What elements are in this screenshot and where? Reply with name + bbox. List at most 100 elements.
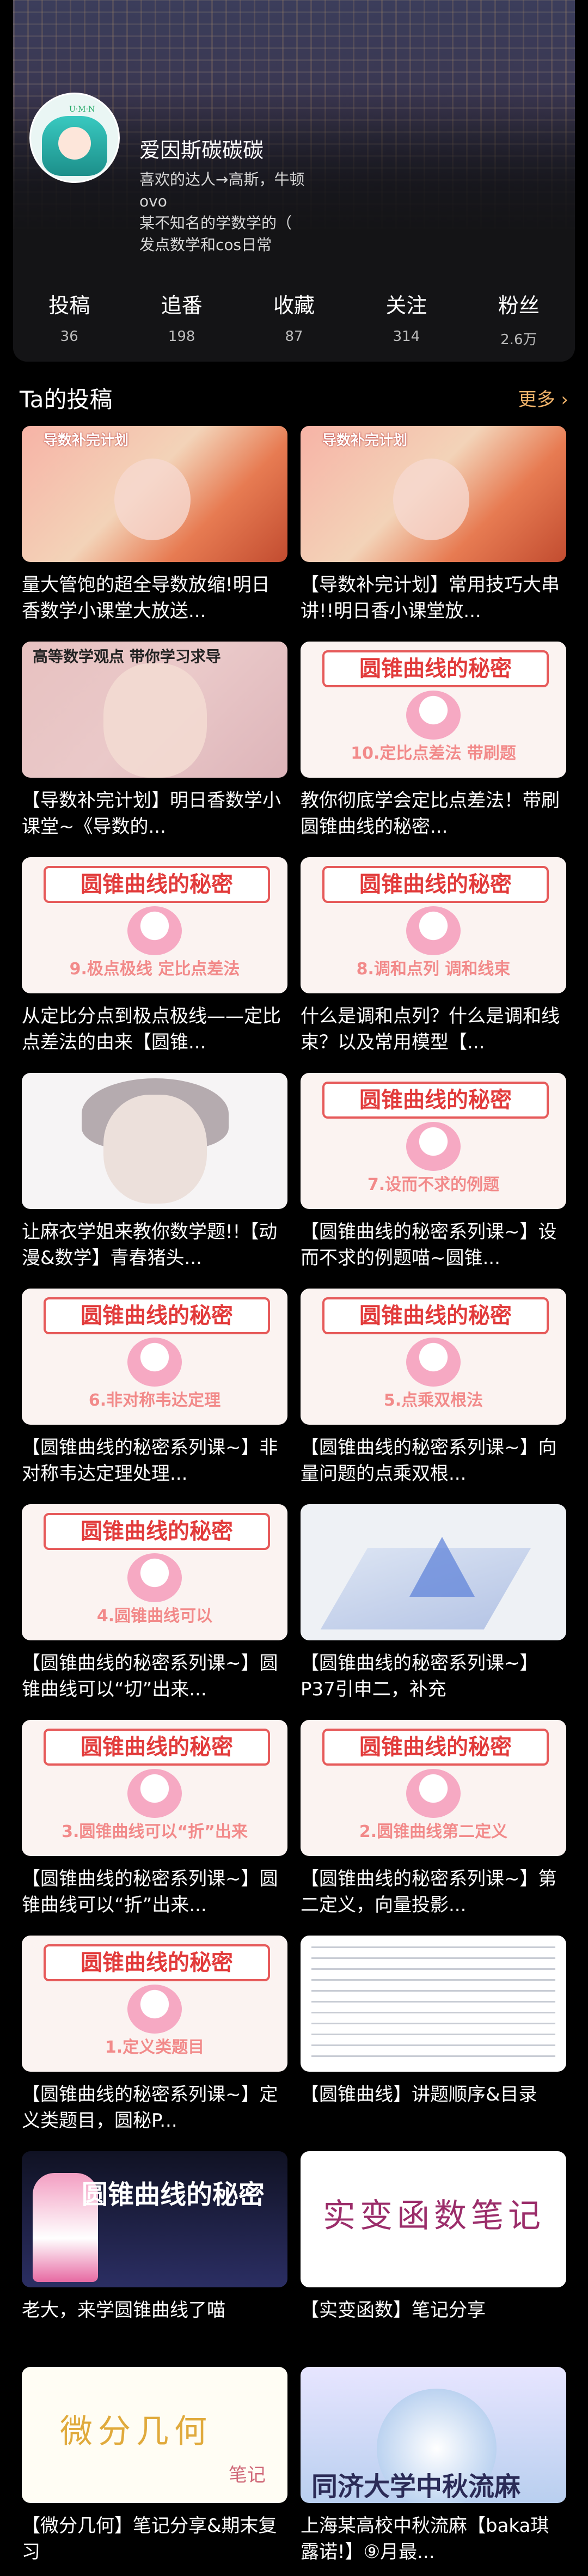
mascot-image — [127, 1769, 182, 1818]
thumbnail-banner: 圆锥曲线的秘密 — [82, 2180, 265, 2210]
post-card[interactable]: 圆锥曲线的秘密老大，来学圆锥曲线了喵 — [22, 2151, 287, 2349]
more-link[interactable]: 更多 › — [518, 384, 568, 411]
bio-line: 发点数学和cos日常 — [139, 236, 272, 254]
thumbnail-banner: 圆锥曲线的秘密 — [44, 1513, 270, 1550]
post-title[interactable]: 【导数补完计划】明日香数学小课堂~《导数的... — [22, 788, 287, 840]
post-card[interactable]: 【圆锥曲线的秘密系列课~】P37引申二，补充 — [301, 1504, 566, 1702]
post-card[interactable]: 微分几何 笔记【微分几何】笔记分享&期末复习 — [22, 2367, 287, 2565]
post-thumbnail[interactable] — [301, 1936, 566, 2072]
post-card[interactable]: 圆锥曲线的秘密 7.设而不求的例题【圆锥曲线的秘密系列课~】设而不求的例题喵~圆锥… — [301, 1073, 566, 1271]
post-title[interactable]: 【圆锥曲线的秘密系列课~】圆锥曲线可以“切”出来... — [22, 1650, 287, 1702]
thumbnail-subtitle: 5.点乘双根法 — [383, 1391, 483, 1410]
mascot-image — [127, 1553, 182, 1602]
mascot-image — [127, 906, 182, 955]
post-title[interactable]: 【微分几何】笔记分享&期末复习 — [22, 2513, 287, 2565]
avatar[interactable]: U·M·N — [29, 93, 120, 183]
post-thumbnail[interactable]: 圆锥曲线的秘密 9.极点极线 定比点差法 — [22, 857, 287, 993]
post-title[interactable]: 【圆锥曲线的秘密系列课~】设而不求的例题喵~圆锥... — [301, 1219, 566, 1271]
post-card[interactable]: 圆锥曲线的秘密 10.定比点差法 带刷题教你彻底学会定比点差法！带刷圆锥曲线的秘密… — [301, 642, 566, 840]
thumbnail-text: 导数补完计划 — [44, 432, 129, 449]
post-thumbnail[interactable]: 高等数学观点 带你学习求导 — [22, 642, 287, 778]
post-card[interactable]: 圆锥曲线的秘密 8.调和点列 调和线束什么是调和点列？什么是调和线束？以及常用模型… — [301, 857, 566, 1055]
stat-uploads[interactable]: 投稿 36 — [13, 289, 125, 349]
post-card[interactable]: 圆锥曲线的秘密 4.圆锥曲线可以【圆锥曲线的秘密系列课~】圆锥曲线可以“切”出来.… — [22, 1504, 287, 1702]
thumbnail-banner: 圆锥曲线的秘密 — [44, 1729, 270, 1766]
mascot-image — [406, 1769, 461, 1818]
post-title[interactable]: 从定比分点到极点极线——定比点差法的由来【圆锥... — [22, 1003, 287, 1055]
post-title[interactable]: 【圆锥曲线】讲题顺序&目录 — [301, 2081, 566, 2134]
post-thumbnail[interactable]: 圆锥曲线的秘密 4.圆锥曲线可以 — [22, 1504, 287, 1640]
mascot-image — [406, 1338, 461, 1387]
post-thumbnail[interactable]: 圆锥曲线的秘密 7.设而不求的例题 — [301, 1073, 566, 1209]
post-thumbnail[interactable] — [22, 1073, 287, 1209]
profile-header: U·M·N 爱因斯碳碳碳 喜欢的达人→高斯，牛顿 ovo 某不知名的学数学的（ … — [13, 0, 575, 362]
post-title[interactable]: 【导数补完计划】常用技巧大串讲!!明日香小课堂放... — [301, 572, 566, 624]
post-card[interactable]: 圆锥曲线的秘密 1.定义类题目【圆锥曲线的秘密系列课~】定义类题目，圆秘P... — [22, 1936, 287, 2134]
stat-followers[interactable]: 粉丝 2.6万 — [463, 289, 575, 349]
post-card[interactable]: 让麻衣学姐来教你数学题!!【动漫&数学】青春猪头... — [22, 1073, 287, 1271]
post-thumbnail[interactable]: 圆锥曲线的秘密 5.点乘双根法 — [301, 1289, 566, 1425]
geometry-shape — [409, 1537, 475, 1597]
post-card[interactable]: 高等数学观点 带你学习求导【导数补完计划】明日香数学小课堂~《导数的... — [22, 642, 287, 840]
thumbnail-text: 导数补完计划 — [322, 432, 408, 449]
thumbnail-banner: 圆锥曲线的秘密 — [322, 1082, 549, 1119]
avatar-tag: U·M·N — [69, 105, 95, 114]
stat-favorites[interactable]: 收藏 87 — [238, 289, 350, 349]
post-card[interactable]: 圆锥曲线的秘密 2.圆锥曲线第二定义【圆锥曲线的秘密系列课~】第二定义，向量投影.… — [301, 1720, 566, 1918]
post-thumbnail[interactable]: 圆锥曲线的秘密 6.非对称韦达定理 — [22, 1289, 287, 1425]
post-thumbnail[interactable]: 微分几何 笔记 — [22, 2367, 287, 2503]
thumbnail-banner: 圆锥曲线的秘密 — [322, 650, 549, 687]
post-thumbnail[interactable]: 导数补完计划 — [22, 426, 287, 562]
profile-bio: 喜欢的达人→高斯，牛顿 ovo 某不知名的学数学的（ 发点数学和cos日常 — [139, 169, 304, 256]
post-card[interactable]: 【圆锥曲线】讲题顺序&目录 — [301, 1936, 566, 2134]
post-card[interactable]: 圆锥曲线的秘密 6.非对称韦达定理【圆锥曲线的秘密系列课~】非对称韦达定理处理..… — [22, 1289, 287, 1487]
thumbnail-subtitle: 10.定比点差法 带刷题 — [351, 744, 516, 763]
thumbnail-subtitle: 1.定义类题目 — [105, 2038, 205, 2057]
thumbnail-text: 同济大学中秋流麻 — [311, 2471, 521, 2502]
thumbnail-subtitle: 3.圆锥曲线可以“折”出来 — [62, 1822, 248, 1841]
thumbnail-figure — [114, 459, 191, 540]
post-thumbnail[interactable]: 圆锥曲线的秘密 — [22, 2151, 287, 2287]
thumbnail-subtitle: 2.圆锥曲线第二定义 — [359, 1822, 508, 1841]
thumbnail-banner: 圆锥曲线的秘密 — [44, 1944, 270, 1981]
thumbnail-banner: 圆锥曲线的秘密 — [44, 1297, 270, 1334]
post-thumbnail[interactable]: 实变函数笔记 — [301, 2151, 566, 2287]
post-thumbnail[interactable]: 圆锥曲线的秘密 3.圆锥曲线可以“折”出来 — [22, 1720, 287, 1856]
post-title[interactable]: 量大管饱的超全导数放缩!明日香数学小课堂大放送... — [22, 572, 287, 624]
post-card[interactable]: 圆锥曲线的秘密 3.圆锥曲线可以“折”出来【圆锥曲线的秘密系列课~】圆锥曲线可以“… — [22, 1720, 287, 1918]
profile-stats: 投稿 36 追番 198 收藏 87 关注 314 粉丝 2.6万 — [13, 289, 575, 349]
post-card[interactable]: 实变函数笔记【实变函数】笔记分享 — [301, 2151, 566, 2349]
post-title[interactable]: 【圆锥曲线的秘密系列课~】圆锥曲线可以“折”出来... — [22, 1866, 287, 1918]
post-thumbnail[interactable]: 同济大学中秋流麻 — [301, 2367, 566, 2503]
stat-following[interactable]: 关注 314 — [350, 289, 462, 349]
post-card[interactable]: 圆锥曲线的秘密 9.极点极线 定比点差法从定比分点到极点极线——定比点差法的由来【… — [22, 857, 287, 1055]
document-lines — [311, 1946, 555, 2061]
post-card[interactable]: 导数补完计划量大管饱的超全导数放缩!明日香数学小课堂大放送... — [22, 426, 287, 624]
post-thumbnail[interactable] — [301, 1504, 566, 1640]
profile-name: 爱因斯碳碳碳 — [139, 138, 264, 162]
post-thumbnail[interactable]: 圆锥曲线的秘密 1.定义类题目 — [22, 1936, 287, 2072]
post-card[interactable]: 圆锥曲线的秘密 5.点乘双根法【圆锥曲线的秘密系列课~】向量问题的点乘双根... — [301, 1289, 566, 1487]
post-title[interactable]: 教你彻底学会定比点差法！带刷圆锥曲线的秘密... — [301, 788, 566, 840]
thumbnail-text: 微分几何 — [60, 2413, 212, 2451]
post-title[interactable]: 【圆锥曲线的秘密系列课~】向量问题的点乘双根... — [301, 1434, 566, 1487]
post-title[interactable]: 【实变函数】笔记分享 — [301, 2297, 566, 2349]
post-thumbnail[interactable]: 圆锥曲线的秘密 10.定比点差法 带刷题 — [301, 642, 566, 778]
post-title[interactable]: 【圆锥曲线的秘密系列课~】第二定义，向量投影... — [301, 1866, 566, 1918]
post-title[interactable]: 老大，来学圆锥曲线了喵 — [22, 2297, 287, 2349]
post-title[interactable]: 什么是调和点列？什么是调和线束？以及常用模型【... — [301, 1003, 566, 1055]
post-card[interactable]: 同济大学中秋流麻上海某高校中秋流麻【baka琪露诺!】⑨月最... — [301, 2367, 566, 2565]
thumbnail-subtitle: 笔记 — [229, 2464, 266, 2486]
post-title[interactable]: 【圆锥曲线的秘密系列课~】P37引申二，补充 — [301, 1650, 566, 1702]
post-thumbnail[interactable]: 圆锥曲线的秘密 2.圆锥曲线第二定义 — [301, 1720, 566, 1856]
post-card[interactable]: 导数补完计划【导数补完计划】常用技巧大串讲!!明日香小课堂放... — [301, 426, 566, 624]
post-title[interactable]: 让麻衣学姐来教你数学题!!【动漫&数学】青春猪头... — [22, 1219, 287, 1271]
mascot-image — [406, 906, 461, 955]
post-title[interactable]: 上海某高校中秋流麻【baka琪露诺!】⑨月最... — [301, 2513, 566, 2565]
post-thumbnail[interactable]: 圆锥曲线的秘密 8.调和点列 调和线束 — [301, 857, 566, 993]
post-title[interactable]: 【圆锥曲线的秘密系列课~】定义类题目，圆秘P... — [22, 2081, 287, 2134]
stat-following-anime[interactable]: 追番 198 — [125, 289, 237, 349]
section-title: Ta的投稿 — [20, 386, 113, 413]
post-title[interactable]: 【圆锥曲线的秘密系列课~】非对称韦达定理处理... — [22, 1434, 287, 1487]
post-thumbnail[interactable]: 导数补完计划 — [301, 426, 566, 562]
